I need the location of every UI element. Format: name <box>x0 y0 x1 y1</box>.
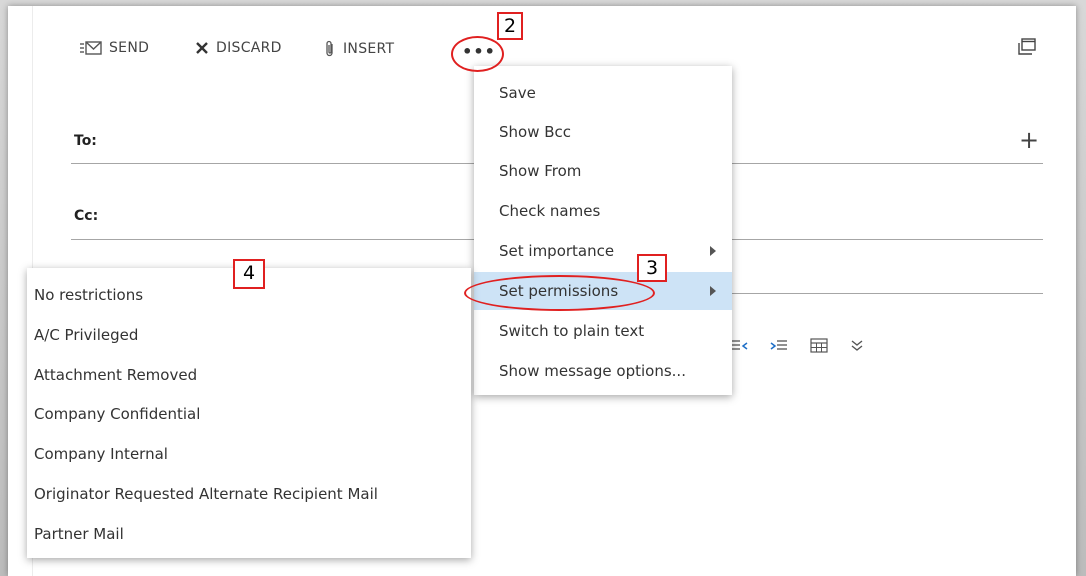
format-toolbar <box>730 338 864 357</box>
menu-item-set-importance[interactable]: Set importance <box>474 232 732 270</box>
permission-label: Originator Requested Alternate Recipient… <box>34 485 378 503</box>
menu-item-label: Show Bcc <box>499 123 572 141</box>
menu-item-show-bcc[interactable]: Show Bcc <box>474 113 732 151</box>
menu-item-save[interactable]: Save <box>474 74 732 112</box>
menu-item-label: Show message options... <box>499 362 686 380</box>
close-icon <box>195 41 209 55</box>
menu-item-check-names[interactable]: Check names <box>474 192 732 230</box>
menu-item-message-options[interactable]: Show message options... <box>474 352 732 390</box>
permissions-submenu: No restrictions A/C Privileged Attachmen… <box>27 268 471 558</box>
menu-item-label: Switch to plain text <box>499 322 645 340</box>
callout-step-4: 4 <box>233 259 265 289</box>
permission-label: No restrictions <box>34 286 144 304</box>
permission-label: Company Confidential <box>34 405 201 423</box>
insert-button[interactable]: INSERT <box>324 40 394 58</box>
menu-item-label: Set importance <box>499 242 615 260</box>
send-icon <box>80 40 102 56</box>
indent-icon[interactable] <box>770 339 788 357</box>
menu-item-show-from[interactable]: Show From <box>474 152 732 190</box>
menu-item-plain-text[interactable]: Switch to plain text <box>474 312 732 350</box>
subject-field[interactable] <box>732 293 1043 294</box>
send-label: SEND <box>109 40 150 56</box>
discard-button[interactable]: DISCARD <box>195 40 282 56</box>
cc-label: Cc: <box>74 208 99 224</box>
permission-originator-requested[interactable]: Originator Requested Alternate Recipient… <box>27 474 471 514</box>
permission-company-confidential[interactable]: Company Confidential <box>27 394 471 434</box>
to-label: To: <box>74 133 97 149</box>
permission-label: A/C Privileged <box>34 326 139 344</box>
submenu-arrow-icon <box>710 286 716 296</box>
callout-step-3: 3 <box>637 254 667 282</box>
highlight-ellipse-more <box>451 36 504 72</box>
paperclip-icon <box>324 40 336 58</box>
more-actions-menu: Save Show Bcc Show From Check names Set … <box>474 66 732 395</box>
discard-label: DISCARD <box>216 40 282 56</box>
popout-icon[interactable] <box>1017 38 1037 60</box>
permission-ac-privileged[interactable]: A/C Privileged <box>27 315 471 355</box>
menu-item-label: Save <box>499 84 536 102</box>
submenu-arrow-icon <box>710 246 716 256</box>
outdent-icon[interactable] <box>730 339 748 357</box>
add-recipient-icon[interactable]: + <box>1019 128 1039 152</box>
table-icon[interactable] <box>810 338 828 357</box>
permission-attachment-removed[interactable]: Attachment Removed <box>27 355 471 395</box>
permission-company-internal[interactable]: Company Internal <box>27 434 471 474</box>
send-button[interactable]: SEND <box>80 40 149 56</box>
permission-label: Attachment Removed <box>34 366 198 384</box>
permission-partner-mail[interactable]: Partner Mail <box>27 514 471 554</box>
menu-item-label: Check names <box>499 202 601 220</box>
more-chevron-icon[interactable] <box>850 339 864 357</box>
callout-step-2: 2 <box>497 12 523 40</box>
highlight-ellipse-permissions <box>464 275 655 311</box>
insert-label: INSERT <box>343 41 395 57</box>
menu-item-label: Show From <box>499 162 582 180</box>
permission-label: Partner Mail <box>34 525 124 543</box>
permission-label: Company Internal <box>34 445 168 463</box>
